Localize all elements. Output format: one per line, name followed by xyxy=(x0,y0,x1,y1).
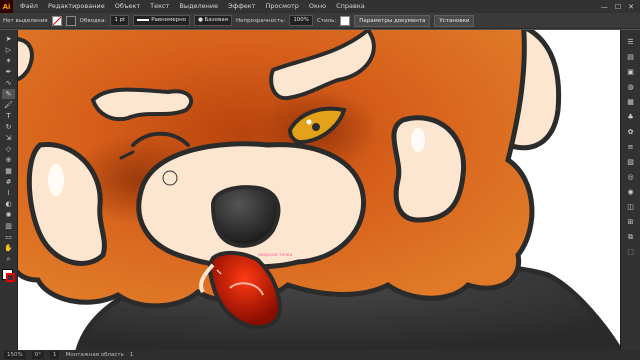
rotation-angle[interactable]: 0° xyxy=(31,351,44,359)
eraser-tool-icon[interactable]: ◇ xyxy=(2,144,15,154)
red-panda-artwork: якорная точка xyxy=(18,30,620,350)
transform-icon[interactable]: ⬚ xyxy=(625,246,637,258)
zoom-tool-icon[interactable]: ⌕ xyxy=(2,254,15,264)
style-label: Стиль: xyxy=(317,17,337,24)
pencil-tool-icon[interactable]: ✎ xyxy=(2,89,15,99)
right-eye-highlight xyxy=(306,119,312,125)
pen-tool-icon[interactable]: ✒ xyxy=(2,67,15,77)
stroke-color-icon[interactable] xyxy=(5,273,15,282)
status-progress: 1 xyxy=(129,352,134,358)
eyedropper-tool-icon[interactable]: ⌇ xyxy=(2,188,15,198)
menu-object[interactable]: Объект xyxy=(110,0,145,13)
symbols-icon[interactable]: ✿ xyxy=(625,126,637,138)
menu-select[interactable]: Выделение xyxy=(174,0,223,13)
rotate-tool-icon[interactable]: ↻ xyxy=(2,122,15,132)
menu-edit[interactable]: Редактирование xyxy=(43,0,110,13)
close-icon[interactable]: ✕ xyxy=(628,3,634,11)
hand-tool-icon[interactable]: ✋ xyxy=(2,243,15,253)
menu-file[interactable]: Файл xyxy=(15,0,43,13)
artboard-navigator[interactable]: 1 xyxy=(49,351,60,359)
right-eye-pupil xyxy=(312,123,320,131)
left-eyebrow-tuft xyxy=(90,87,194,121)
pathfinder-icon[interactable]: ⧉ xyxy=(625,231,637,243)
stroke-swatch[interactable] xyxy=(65,15,76,26)
left-cheek-shine xyxy=(48,164,64,196)
control-bar: Нет выделения Обводка: 1 pt Равномерно ●… xyxy=(0,13,640,29)
anchor-hint: якорная точка xyxy=(258,253,293,258)
type-tool-icon[interactable]: T xyxy=(2,111,15,121)
stroke-weight-field[interactable]: 1 pt xyxy=(110,15,130,26)
brush-definition[interactable]: ● Базовая xyxy=(194,15,233,26)
artboard-tool-icon[interactable]: ▭ xyxy=(2,232,15,242)
variable-width-profile[interactable]: Равномерно xyxy=(133,15,191,26)
right-cheek xyxy=(391,115,467,223)
style-swatch[interactable] xyxy=(340,15,351,26)
stroke-profile-sample xyxy=(137,18,150,21)
window-controls: — ☐ ✕ xyxy=(601,3,640,11)
preferences-button[interactable]: Установки xyxy=(434,14,475,27)
swatches-icon[interactable]: ▦ xyxy=(625,96,637,108)
paintbrush-tool-icon[interactable]: 🖌 xyxy=(2,100,15,110)
status-mode[interactable]: Монтажная область xyxy=(65,352,123,358)
transparency-icon[interactable]: ◎ xyxy=(625,171,637,183)
libraries-icon[interactable]: ▣ xyxy=(625,66,637,78)
menu-bar: Ai Файл Редактирование Объект Текст Выде… xyxy=(0,0,640,13)
stroke-icon[interactable]: ≡ xyxy=(625,141,637,153)
menu-effect[interactable]: Эффект xyxy=(223,0,260,13)
symbol-sprayer-tool-icon[interactable]: ✺ xyxy=(2,210,15,220)
right-cheek-shine xyxy=(411,128,425,152)
none-slash-icon xyxy=(52,16,61,25)
menu-help[interactable]: Справка xyxy=(331,0,370,13)
tools-panel: ➤ ▷ ✶ ✒ ∿ ✎ 🖌 T ↻ ⇲ ◇ ⊕ ▦ # ⌇ ◐ ✺ ▥ ▭ ✋ … xyxy=(0,30,18,350)
zoom-level[interactable]: 150% xyxy=(4,351,26,359)
opacity-field[interactable]: 100% xyxy=(289,15,314,26)
color-icon[interactable]: ◍ xyxy=(625,81,637,93)
layers-icon[interactable]: ▤ xyxy=(625,51,637,63)
stroke-label: Обводка: xyxy=(79,17,107,24)
gradient-tool-icon[interactable]: ▦ xyxy=(2,166,15,176)
nose xyxy=(210,185,281,248)
fill-stroke-widget[interactable] xyxy=(1,269,16,283)
direct-selection-tool-icon[interactable]: ▷ xyxy=(2,45,15,55)
menu-type[interactable]: Текст xyxy=(145,0,174,13)
opacity-label: Непрозрачность: xyxy=(236,17,286,24)
properties-icon[interactable]: ☰ xyxy=(625,36,637,48)
appearance-icon[interactable]: ◉ xyxy=(625,186,637,198)
minimize-icon[interactable]: — xyxy=(601,3,608,11)
align-icon[interactable]: ⊞ xyxy=(625,216,637,228)
shape-builder-tool-icon[interactable]: ⊕ xyxy=(2,155,15,165)
gradient-icon[interactable]: ▧ xyxy=(625,156,637,168)
scale-tool-icon[interactable]: ⇲ xyxy=(2,133,15,143)
mesh-tool-icon[interactable]: # xyxy=(2,177,15,187)
selection-status: Нет выделения xyxy=(3,17,48,24)
menu-view[interactable]: Просмотр xyxy=(261,0,304,13)
blend-tool-icon[interactable]: ◐ xyxy=(2,199,15,209)
menu-window[interactable]: Окно xyxy=(304,0,331,13)
maximize-icon[interactable]: ☐ xyxy=(615,3,621,11)
status-bar: 150% 0° 1 Монтажная область 1 xyxy=(0,350,640,360)
panel-dock: ☰ ▤ ▣ ◍ ▦ ♣ ✿ ≡ ▧ ◎ ◉ ◫ ⊞ ⧉ ⬚ xyxy=(620,30,640,350)
artboard-canvas[interactable]: якорная точка xyxy=(18,30,620,350)
column-graph-tool-icon[interactable]: ▥ xyxy=(2,221,15,231)
brushes-icon[interactable]: ♣ xyxy=(625,111,637,123)
fill-swatch[interactable] xyxy=(51,15,62,26)
graphic-styles-icon[interactable]: ◫ xyxy=(625,201,637,213)
magic-wand-tool-icon[interactable]: ✶ xyxy=(2,56,15,66)
curvature-tool-icon[interactable]: ∿ xyxy=(2,78,15,88)
selection-tool-icon[interactable]: ➤ xyxy=(2,34,15,44)
app-logo: Ai xyxy=(0,0,13,13)
document-setup-button[interactable]: Параметры документа xyxy=(354,14,431,27)
